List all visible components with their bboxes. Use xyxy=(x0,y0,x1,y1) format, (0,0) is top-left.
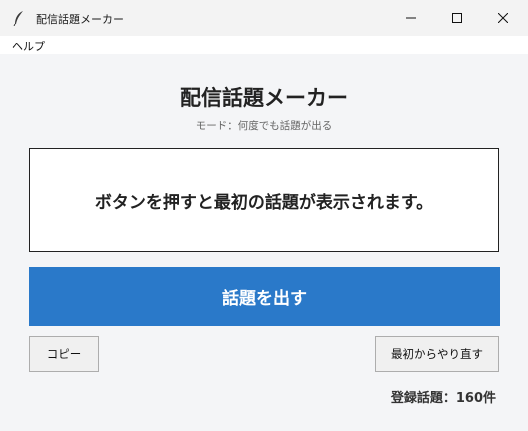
generate-topic-button[interactable]: 話題を出す xyxy=(29,267,500,326)
topic-text: ボタンを押すと最初の話題が表示されます。 xyxy=(94,192,434,213)
topic-count: 登録話題：160件 xyxy=(390,391,496,406)
menu-bar: ヘルプ xyxy=(0,36,528,54)
reset-button-label: 最初からやり直す xyxy=(391,347,483,361)
page-title: 配信話題メーカー xyxy=(180,86,348,110)
window-title: 配信話題メーカー xyxy=(36,13,124,26)
close-icon xyxy=(498,13,508,23)
close-button[interactable] xyxy=(480,0,526,36)
app-window: 配信話題メーカー ヘルプ 配信話題メーカー モード：何度でも話題が出る ボタンを… xyxy=(0,0,528,431)
maximize-button[interactable] xyxy=(434,0,480,36)
topic-display: ボタンを押すと最初の話題が表示されます。 xyxy=(29,148,499,252)
generate-topic-label: 話題を出す xyxy=(222,289,307,309)
feather-icon xyxy=(12,10,26,27)
reset-button[interactable]: 最初からやり直す xyxy=(375,336,499,372)
copy-button[interactable]: コピー xyxy=(29,336,99,372)
mode-label: モード：何度でも話題が出る xyxy=(195,120,333,132)
copy-button-label: コピー xyxy=(46,347,82,361)
main-content: 配信話題メーカー モード：何度でも話題が出る ボタンを押すと最初の話題が表示され… xyxy=(0,54,528,431)
minimize-button[interactable] xyxy=(388,0,434,36)
minimize-icon xyxy=(406,17,416,19)
title-bar[interactable]: 配信話題メーカー xyxy=(0,0,528,36)
maximize-icon xyxy=(452,13,462,23)
menu-item-help[interactable]: ヘルプ xyxy=(12,38,45,54)
